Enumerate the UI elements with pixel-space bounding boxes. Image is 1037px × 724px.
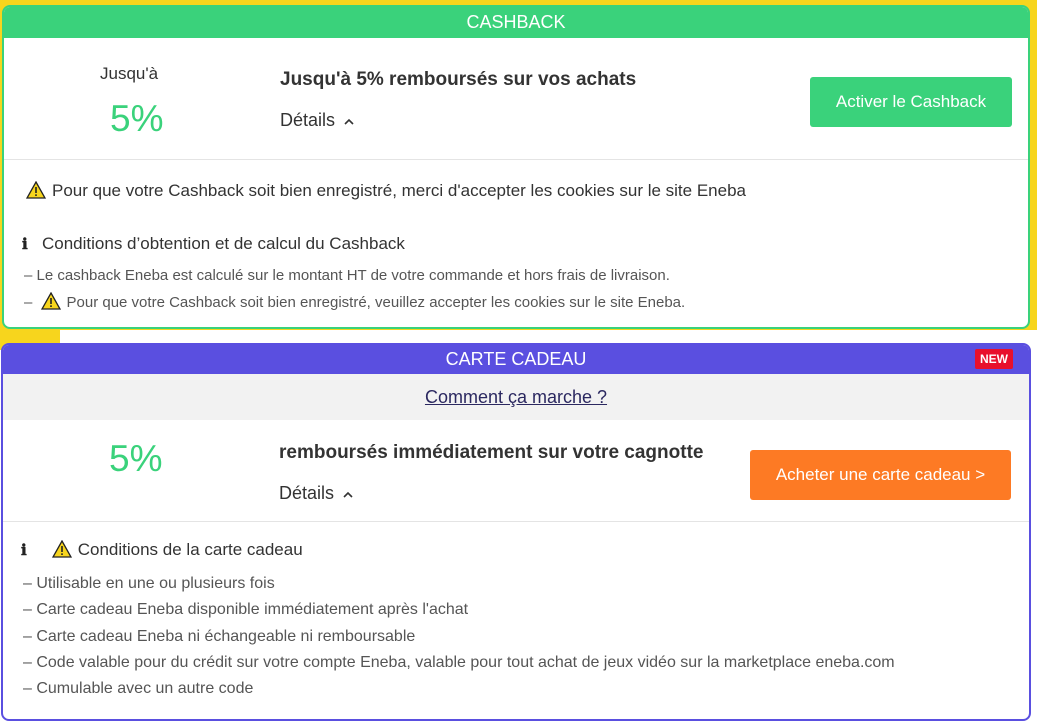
details-label: Détails [280, 110, 336, 130]
activate-cashback-button[interactable]: Activer le Cashback [810, 77, 1012, 127]
cashback-conditions-title: ℹ Conditions d’obtention et de calcul du … [22, 234, 405, 254]
cookie-warning-text: Pour que votre Cashback soit bien enregi… [52, 181, 746, 200]
gift-card-card: CARTE CADEAU NEW Comment ça marche ? 5% … [1, 343, 1031, 721]
buy-gift-card-button[interactable]: Acheter une carte cadeau > [750, 450, 1011, 500]
cashback-card: CASHBACK Jusqu'à 5% Jusqu'à 5% remboursé… [2, 5, 1030, 329]
gift-card-conditions-title-text: Conditions de la carte cadeau [77, 540, 303, 559]
details-label: Détails [279, 483, 335, 503]
cashback-headline: Jusqu'à 5% remboursés sur vos achats [280, 69, 637, 90]
new-badge: NEW [975, 349, 1013, 369]
cashback-condition-item: – Le cashback Eneba est calculé sur le m… [24, 267, 670, 284]
upto-label: Jusqu'à [100, 64, 159, 83]
gift-card-header-text: CARTE CADEAU [445, 349, 587, 369]
info-icon: ℹ [21, 541, 27, 559]
gift-card-conditions-list: – Utilisable en une ou plusieurs fois – … [23, 571, 895, 702]
list-item: – Utilisable en une ou plusieurs fois [23, 575, 275, 592]
gift-card-summary: 5% remboursés immédiatement sur votre ca… [3, 420, 1029, 522]
cashback-header: CASHBACK [4, 7, 1028, 38]
gift-card-header: CARTE CADEAU NEW [3, 345, 1029, 374]
dash-prefix: – [24, 294, 33, 311]
list-item: – Carte cadeau Eneba disponible immédiat… [23, 601, 469, 619]
cookie-warning: Pour que votre Cashback soit bien enregi… [25, 180, 746, 201]
how-it-works-bar: Comment ça marche ? [3, 374, 1029, 420]
chevron-up-icon [343, 113, 355, 129]
gift-card-percent: 5% [109, 438, 163, 479]
warning-icon [40, 291, 61, 310]
cashback-conditions-title-text: Conditions d’obtention et de calcul du C… [42, 234, 405, 253]
cashback-condition-text: Pour que votre Cashback soit bien enregi… [66, 294, 686, 311]
chevron-up-icon [342, 483, 354, 504]
warning-icon [25, 180, 47, 199]
cashback-details-toggle[interactable]: Détails [280, 110, 355, 131]
list-item: – Carte cadeau Eneba ni échangeable ni r… [23, 627, 416, 645]
how-it-works-link[interactable]: Comment ça marche ? [425, 387, 607, 407]
cashback-summary: Jusqu'à 5% Jusqu'à 5% remboursés sur vos… [4, 38, 1028, 160]
list-item: – Code valable pour du crédit sur votre … [23, 653, 895, 671]
gift-card-headline: remboursés immédiatement sur votre cagno… [279, 442, 704, 463]
list-item: – Cumulable avec un autre code [23, 680, 254, 698]
cashback-percent: 5% [110, 98, 164, 139]
gift-card-details-toggle[interactable]: Détails [279, 483, 354, 504]
cashback-condition-item: – Pour que votre Cashback soit bien enre… [24, 291, 686, 311]
gift-card-conditions-title: ℹ Conditions de la carte cadeau [21, 539, 303, 560]
info-icon: ℹ [22, 235, 28, 253]
warning-icon [51, 539, 72, 558]
